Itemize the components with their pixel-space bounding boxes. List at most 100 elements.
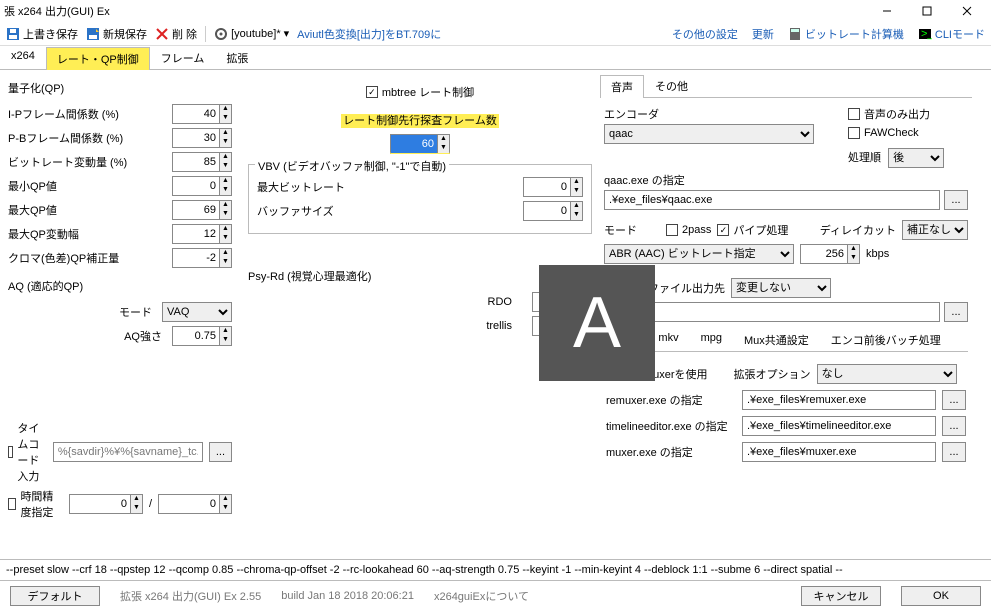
lookahead-input[interactable]: ▲▼ [390,134,450,154]
ok-button[interactable]: OK [901,586,981,606]
bitrate-calc-label: ビットレート計算機 [805,26,904,42]
timeprec-num[interactable]: ▲▼ [69,494,143,514]
ip-ratio-label: I-Pフレーム間係数 (%) [8,106,172,122]
delay-label: ディレイカット [820,222,896,238]
chroma-label: クロマ(色差)QP補正量 [8,250,172,266]
pipe-check[interactable]: ✓パイプ処理 [717,222,788,238]
bitrate-calc-link[interactable]: ビットレート計算機 [788,26,904,42]
pb-ratio-input[interactable]: ▲▼ [172,128,232,148]
qp-group-title: 量子化(QP) [8,80,232,96]
close-button[interactable] [947,0,987,22]
chroma-input[interactable]: ▲▼ [172,248,232,268]
save-button[interactable]: 上書き保存 [6,26,78,42]
muxer-path[interactable] [742,442,936,462]
tab-ext[interactable]: 拡張 [215,46,259,69]
aq-strength-input[interactable]: ▲▼ [172,326,232,346]
mbtree-label: mbtree レート制御 [382,84,474,100]
ip-ratio-input[interactable]: ▲▼ [172,104,232,124]
encoder-select[interactable]: qaac [604,124,814,144]
audio-bitrate-input[interactable]: ▲▼ [800,244,860,264]
aq-mode-select[interactable]: VAQ [162,302,232,322]
rdo-label: RDO [248,296,532,308]
vbv-legend: VBV (ビデオバッファ制御, "-1"で自動) [255,158,449,174]
about-link[interactable]: x264guiExについて [434,588,529,604]
maximize-button[interactable] [907,0,947,22]
vbv-buf-label: バッファサイズ [257,203,523,219]
cli-mode-label: CLIモード [935,26,985,42]
aq-mode-label: モード [8,304,162,320]
minimize-button[interactable] [867,0,907,22]
audio-temp-select[interactable]: 変更しない [731,278,831,298]
save-icon [6,27,20,41]
remuxer-label: remuxer.exe の指定 [606,392,736,408]
delete-icon [155,27,169,41]
remuxer-browse[interactable]: ... [942,390,966,410]
update-link[interactable]: 更新 [752,26,774,42]
aq-group-title: AQ (適応的QP) [8,278,232,294]
slash: / [149,498,152,510]
trellis-label: trellis [248,320,532,332]
save-as-button[interactable]: 新規保存 [86,26,147,42]
timecode-label: タイムコード入力 [17,420,46,484]
qpmin-label: 最小QP値 [8,178,172,194]
ext-opt-select[interactable]: なし [817,364,957,384]
audio-mode-select[interactable]: ABR (AAC) ビットレート指定 [604,244,794,264]
tab-frame[interactable]: フレーム [150,46,216,69]
tab-batch[interactable]: エンコ前後バッチ処理 [820,328,952,351]
kbps-label: kbps [866,248,889,260]
timeprec-label: 時間精度指定 [20,488,63,520]
timeprec-den[interactable]: ▲▼ [158,494,232,514]
tab-other[interactable]: その他 [644,74,699,97]
other-settings-link[interactable]: その他の設定 [672,26,738,42]
order-select[interactable]: 後 [888,148,944,168]
qpmin-input[interactable]: ▲▼ [172,176,232,196]
qaac-exe-browse[interactable]: ... [944,190,968,210]
twopass-check[interactable]: 2pass [666,224,711,236]
cli-mode-link[interactable]: >_ CLIモード [918,26,985,42]
br-var-input[interactable]: ▲▼ [172,152,232,172]
muxer-browse[interactable]: ... [942,442,966,462]
default-button[interactable]: デフォルト [10,586,100,606]
chevron-down-icon: ▾ [284,27,290,40]
delete-label: 削 除 [172,26,197,42]
tab-rate-qp[interactable]: レート・QP制御 [46,47,150,70]
profile-dropdown[interactable]: [youtube]* ▾ [214,27,289,41]
tab-x264[interactable]: x264 [0,46,46,69]
build-label: build Jan 18 2018 20:06:21 [281,590,414,602]
mbtree-check[interactable]: ✓mbtree レート制御 [366,84,474,100]
timecode-path[interactable] [53,442,203,462]
qaac-exe-path[interactable] [604,190,940,210]
timecode-check[interactable]: タイムコード入力 [8,420,47,484]
tleditor-label: timelineeditor.exe の指定 [606,418,736,434]
command-line[interactable]: --preset slow --crf 18 --qpstep 12 --qco… [0,559,991,581]
svg-text:>_: >_ [921,28,932,40]
qpstep-input[interactable]: ▲▼ [172,224,232,244]
color-conv-link[interactable]: Aviutl色変換[出力]をBT.709に [297,26,441,42]
vbv-max-input[interactable]: ▲▼ [523,177,583,197]
tleditor-browse[interactable]: ... [942,416,966,436]
audio-temp-browse[interactable]: ... [944,302,968,322]
vbv-buf-input[interactable]: ▲▼ [523,201,583,221]
remuxer-path[interactable] [742,390,936,410]
delete-button[interactable]: 削 除 [155,26,197,42]
tab-audio[interactable]: 音声 [600,75,644,98]
order-label: 処理順 [848,152,881,164]
cancel-button[interactable]: キャンセル [801,586,881,606]
fawcheck-check[interactable]: FAWCheck [848,127,919,139]
timeprec-check[interactable]: 時間精度指定 [8,488,63,520]
tleditor-path[interactable] [742,416,936,436]
tab-mux-common[interactable]: Mux共通設定 [733,328,820,351]
timecode-browse[interactable]: ... [209,442,232,462]
aq-strength-label: AQ強さ [8,328,172,344]
audio-only-check[interactable]: 音声のみ出力 [848,106,930,122]
encoder-label: エンコーダ [604,106,838,122]
delay-select[interactable]: 補正なし [902,220,968,240]
save-as-label: 新規保存 [103,26,147,42]
tab-mpg[interactable]: mpg [690,328,733,351]
qpmax-label: 最大QP値 [8,202,172,218]
save-as-icon [86,27,100,41]
window-title: 張 x264 出力(GUI) Ex [4,3,867,19]
qpmax-input[interactable]: ▲▼ [172,200,232,220]
profile-label: [youtube]* [231,28,281,40]
overlay-a-icon: A [539,265,655,381]
